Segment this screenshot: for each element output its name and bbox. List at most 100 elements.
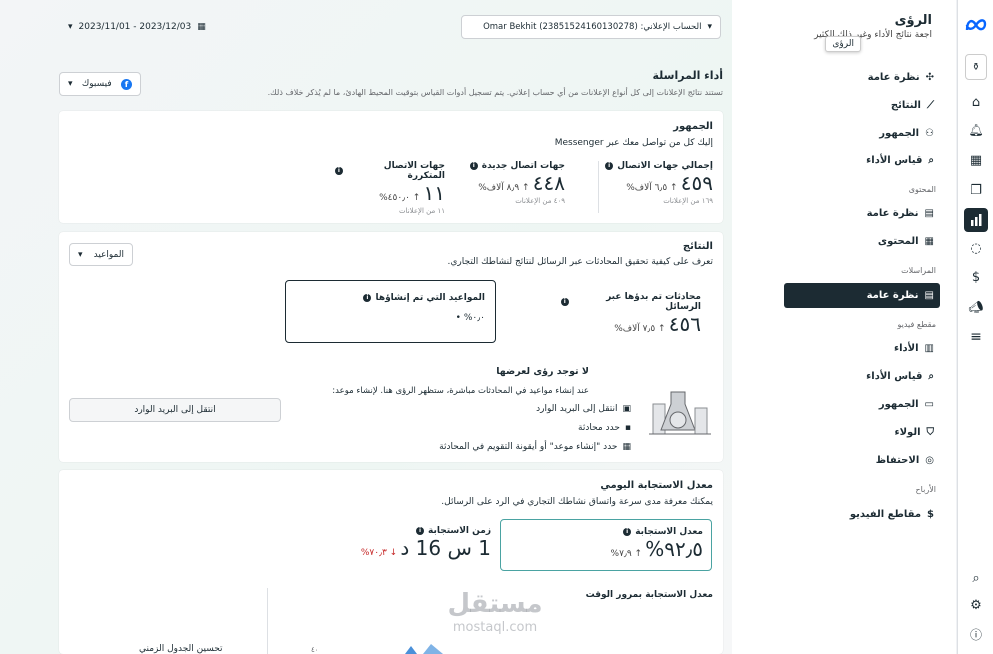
info-icon[interactable]: i <box>469 162 478 170</box>
step-select-conversation: ▪ حدد محادثة <box>578 423 631 433</box>
sidebar-item-video-performance[interactable]: ▥ الأداء <box>772 337 940 359</box>
sidebar-item-overview[interactable]: ✣ نظرة عامة <box>772 66 940 88</box>
results-description: تعرف على كيفية تحقيق المحادثات عبر الرسا… <box>447 257 713 267</box>
home-icon[interactable]: ⌂ <box>964 90 988 114</box>
metric-label: محادثات تم بدؤها عبر الرسائل <box>606 292 701 312</box>
dollar-icon: $ <box>927 508 934 520</box>
info-icon[interactable]: i <box>335 167 343 175</box>
response-title: معدل الاستجابة اليومي <box>600 480 713 491</box>
chevron-down-icon: ▾ <box>78 249 83 260</box>
metric-repeat-contacts: جهات الاتصال المتكررة i ١١ ↑ ٤٥٠٫٠% ١١ من… <box>335 161 445 215</box>
watermark: مستقل mostaql.com <box>430 588 560 640</box>
gear-icon[interactable]: ⚙ <box>964 593 988 617</box>
sidebar-title: الرؤى <box>894 13 932 28</box>
audience-title: الجمهور <box>673 121 713 132</box>
sidebar-item-results[interactable]: ⟋ النتائج <box>772 94 940 116</box>
sidebar-item-audience[interactable]: ⚇ الجمهور <box>772 122 940 144</box>
global-icon-rail: ⚱ ⌂ 🔔︎ ▦ ❐ ◌ $ 📣︎ ≡ ⌕ ⚙ ⓘ <box>957 0 993 654</box>
section-content-label: المحتوى <box>908 185 936 194</box>
metric-label: جهات الاتصال المتكررة <box>383 161 445 181</box>
lab-illustration <box>649 391 711 435</box>
grid-icon[interactable]: ▦ <box>964 148 988 172</box>
chart-peek <box>405 644 443 654</box>
pages-icon[interactable]: ❐ <box>964 178 988 202</box>
metric-label: جهات اتصال جديدة <box>481 161 565 171</box>
metric-change: ↑ ٦٫٥ آلاف% <box>626 183 678 193</box>
metric-change: ↓ ٧٠٫٣% <box>360 548 398 558</box>
section-video-label: مقطع فيديو <box>897 320 937 329</box>
sidebar-item-messaging-overview[interactable]: ▤ نظرة عامة <box>784 283 940 308</box>
calendar-icon: ▦ <box>197 22 206 32</box>
people-icon: ⚇ <box>925 127 934 139</box>
sidebar-item-content-overview[interactable]: ▤ نظرة عامة <box>772 202 940 224</box>
results-card: النتائج تعرف على كيفية تحقيق المحادثات ع… <box>59 232 723 462</box>
bell-icon[interactable]: 🔔︎ <box>964 118 988 142</box>
sidebar-item-video-earnings[interactable]: $ مقاطع الفيديو <box>772 503 940 525</box>
sidebar-item-content[interactable]: ▦ المحتوى <box>772 230 940 252</box>
shield-icon: ⛉ <box>926 426 935 438</box>
results-dropdown[interactable]: ▾ المواعيد <box>69 243 133 266</box>
metric-value: ٠٫٠% <box>463 313 485 323</box>
chevron-down-icon: ▾ <box>707 22 712 32</box>
sidebar-item-benchmark[interactable]: ⌕ قياس الأداء <box>772 149 940 171</box>
response-rate-box[interactable]: معدل الاستجابة i ٩٢٫٥% ↑ ٧٫٩% <box>500 519 712 571</box>
chart-divider <box>267 588 268 654</box>
no-insights-description: عند إنشاء مواعيد في المحادثات مباشرة، ست… <box>332 386 589 396</box>
date-range-picker[interactable]: ▾ 2023/11/01 - 2023/12/03 ▦ <box>62 16 214 38</box>
metric-value: 1 س 16 د <box>400 536 491 560</box>
metric-value: ٤٤٨ <box>532 171 565 195</box>
monetization-icon[interactable]: $ <box>964 265 988 289</box>
chat-icon[interactable]: ◌ <box>964 236 988 260</box>
metric-value: ١١ <box>423 181 445 205</box>
inbox-icon: ▣ <box>622 404 631 414</box>
metric-total-contacts: إجمالي جهات الاتصال i ٤٥٩ ↑ ٦٫٥ آلاف% ١٦٩… <box>603 161 713 205</box>
table-icon: ▦ <box>924 235 934 247</box>
chevron-down-icon: ▾ <box>68 22 73 32</box>
metric-response-rate: معدل الاستجابة i ٩٢٫٥% ↑ ٧٫٩% <box>611 527 704 561</box>
insights-icon[interactable] <box>964 208 988 232</box>
search-icon[interactable]: ⌕ <box>964 566 988 590</box>
appointments-box[interactable]: المواعيد التي تم إنشاؤها i ٠٫٠% • <box>285 280 496 343</box>
meta-logo-icon[interactable] <box>964 13 988 37</box>
audience-card: الجمهور إليك كل من تواصل معك عبر Messeng… <box>59 111 723 223</box>
measure-icon: ⌕ <box>928 154 934 166</box>
results-title: النتائج <box>682 241 713 252</box>
page-title: أداء المراسلة <box>652 69 723 82</box>
sidebar-item-video-benchmark[interactable]: ⌕ قياس الأداء <box>772 365 940 387</box>
watermark-domain: mostaql.com <box>452 620 538 635</box>
platform-selector[interactable]: ▾ فيسبوك f <box>59 72 141 96</box>
nodes-icon: ✣ <box>925 71 934 83</box>
y-tick-label: ٤٠ <box>311 646 319 654</box>
over-time-title: معدل الاستجابة بمرور الوقت <box>585 590 713 600</box>
menu-icon[interactable]: ≡ <box>964 325 988 349</box>
metric-label: معدل الاستجابة <box>635 527 703 537</box>
sidebar-item-loyalty[interactable]: ⛉ الولاء <box>772 421 940 443</box>
audience-description: إليك كل من تواصل معك عبر Messenger <box>554 138 713 148</box>
date-range-label: 2023/11/01 - 2023/12/03 <box>78 22 192 32</box>
info-icon[interactable]: i <box>623 528 632 536</box>
info-icon[interactable]: i <box>561 298 569 306</box>
facebook-icon: f <box>121 78 132 90</box>
info-icon[interactable]: i <box>416 527 424 535</box>
info-icon[interactable]: i <box>605 162 614 170</box>
metric-label: المواعيد التي تم إنشاؤها <box>375 293 485 303</box>
watermark-brand: مستقل <box>447 589 543 619</box>
megaphone-icon[interactable]: 📣︎ <box>964 295 988 319</box>
metric-value: ٩٢٫٥% <box>645 537 703 561</box>
metric-new-contacts: جهات اتصال جديدة i ٤٤٨ ↑ ٨٫٩ آلاف% ٤٠٩ من… <box>455 161 565 205</box>
section-earnings-label: الأرباح <box>915 485 936 494</box>
page-avatar[interactable]: ⚱ <box>965 54 987 80</box>
go-to-inbox-button[interactable]: انتقل إلى البريد الوارد <box>69 398 281 422</box>
doc-icon: ▥ <box>924 342 934 354</box>
section-messages-label: المراسلات <box>901 266 936 275</box>
response-rate-card: معدل الاستجابة اليومي يمكنك معرفة مدى سر… <box>59 470 723 654</box>
gallery-icon: ▤ <box>924 290 934 301</box>
sidebar-item-retention[interactable]: ◎ الاحتفاظ <box>772 449 940 471</box>
metric-footnote: ٤٠٩ من الإعلانات <box>515 197 565 205</box>
step-open-inbox: ▣ انتقل إلى البريد الوارد <box>536 404 631 414</box>
help-icon[interactable]: ⓘ <box>964 622 988 646</box>
ad-account-label: الحساب الإعلاني: Omar Bekhit (2385152416… <box>483 22 702 32</box>
info-icon[interactable]: i <box>363 294 372 302</box>
ad-account-selector[interactable]: الحساب الإعلاني: Omar Bekhit (2385152416… <box>461 15 721 39</box>
sidebar-item-video-audience[interactable]: ▭ الجمهور <box>772 393 940 415</box>
